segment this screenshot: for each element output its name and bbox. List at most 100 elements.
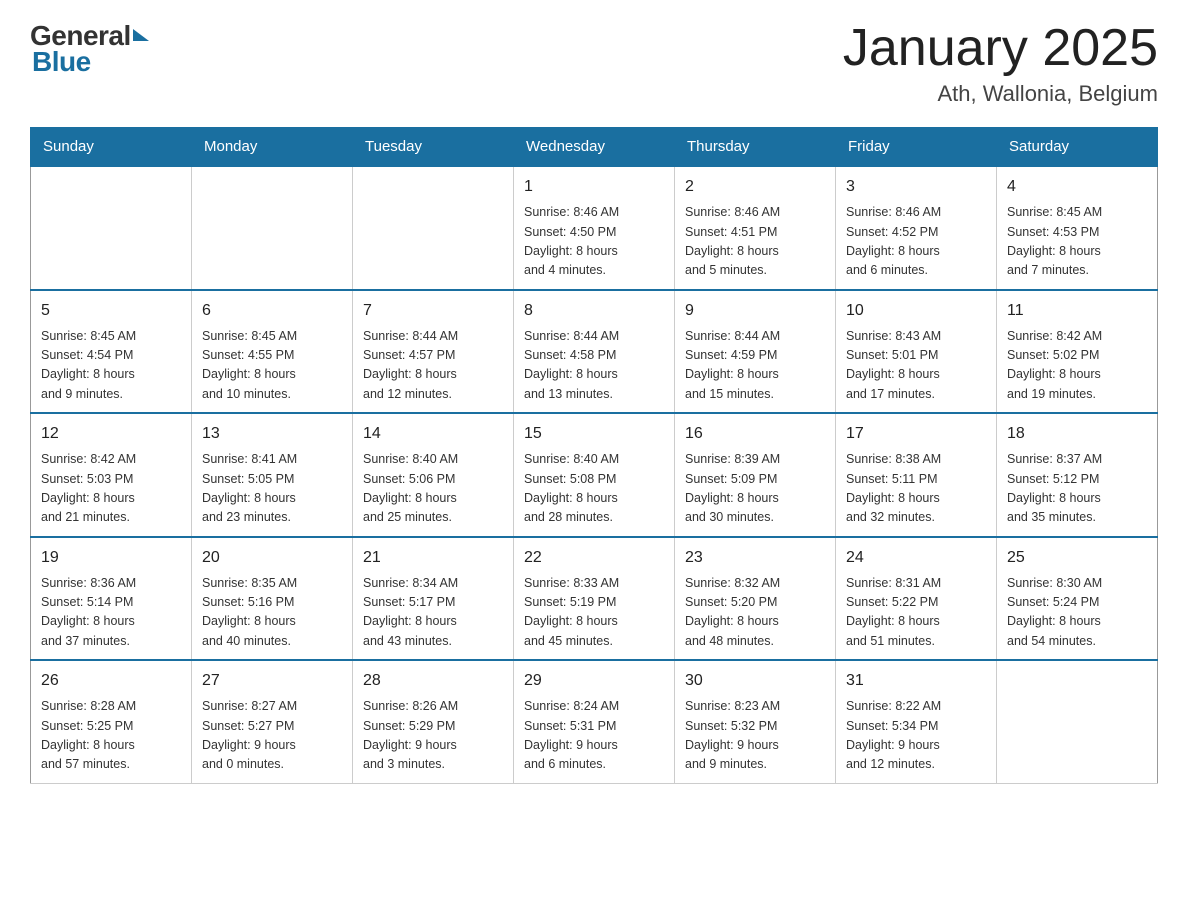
day-number: 19	[41, 546, 181, 570]
day-info: Sunrise: 8:46 AM Sunset: 4:51 PM Dayligh…	[685, 203, 825, 281]
day-number: 25	[1007, 546, 1147, 570]
day-cell: 24Sunrise: 8:31 AM Sunset: 5:22 PM Dayli…	[836, 537, 997, 661]
day-cell: 13Sunrise: 8:41 AM Sunset: 5:05 PM Dayli…	[192, 413, 353, 537]
day-number: 27	[202, 669, 342, 693]
day-number: 4	[1007, 175, 1147, 199]
day-info: Sunrise: 8:44 AM Sunset: 4:57 PM Dayligh…	[363, 327, 503, 405]
day-cell: 1 Sunrise: 8:46 AM Sunset: 4:50 PM Daylig…	[514, 166, 675, 290]
day-info: Sunrise: 8:46 AM Sunset: 4:52 PM Dayligh…	[846, 203, 986, 281]
day-cell: 20 Sunrise: 8:35 AM Sunset: 5:16 PM Dayli…	[192, 537, 353, 661]
day-info: Sunrise: 8:38 AM Sunset: 5:11 PM Dayligh…	[846, 450, 986, 528]
day-number: 12	[41, 422, 181, 446]
day-info: Sunrise: 8:32 AM Sunset: 5:20 PM Dayligh…	[685, 574, 825, 652]
logo-blue-text: Blue	[30, 46, 149, 78]
day-cell: 23 Sunrise: 8:32 AM Sunset: 5:20 PM Dayli…	[675, 537, 836, 661]
day-cell: 7 Sunrise: 8:44 AM Sunset: 4:57 PM Daylig…	[353, 290, 514, 414]
day-number: 18	[1007, 422, 1147, 446]
day-number: 15	[524, 422, 664, 446]
day-info: Sunrise: 8:34 AM Sunset: 5:17 PM Dayligh…	[363, 574, 503, 652]
day-number: 21	[363, 546, 503, 570]
day-cell: 10 Sunrise: 8:43 AM Sunset: 5:01 PM Dayli…	[836, 290, 997, 414]
day-cell: 17 Sunrise: 8:38 AM Sunset: 5:11 PM Dayli…	[836, 413, 997, 537]
day-number: 24	[846, 546, 986, 570]
header-day-monday: Monday	[192, 128, 353, 167]
day-number: 8	[524, 299, 664, 323]
day-info: Sunrise: 8:30 AM Sunset: 5:24 PM Dayligh…	[1007, 574, 1147, 652]
week-row-3: 12 Sunrise: 8:42 AM Sunset: 5:03 PM Dayli…	[31, 413, 1158, 537]
day-info: Sunrise: 8:37 AM Sunset: 5:12 PM Dayligh…	[1007, 450, 1147, 528]
day-number: 10	[846, 299, 986, 323]
day-cell: 5Sunrise: 8:45 AM Sunset: 4:54 PM Daylig…	[31, 290, 192, 414]
week-row-4: 19 Sunrise: 8:36 AM Sunset: 5:14 PM Dayli…	[31, 537, 1158, 661]
week-row-2: 5Sunrise: 8:45 AM Sunset: 4:54 PM Daylig…	[31, 290, 1158, 414]
day-cell: 29 Sunrise: 8:24 AM Sunset: 5:31 PM Dayli…	[514, 660, 675, 783]
day-cell: 4 Sunrise: 8:45 AM Sunset: 4:53 PM Daylig…	[997, 166, 1158, 290]
day-number: 20	[202, 546, 342, 570]
day-info: Sunrise: 8:35 AM Sunset: 5:16 PM Dayligh…	[202, 574, 342, 652]
day-number: 1	[524, 175, 664, 199]
day-cell: 9 Sunrise: 8:44 AM Sunset: 4:59 PM Daylig…	[675, 290, 836, 414]
day-info: Sunrise: 8:46 AM Sunset: 4:50 PM Dayligh…	[524, 203, 664, 281]
day-cell	[353, 166, 514, 290]
day-info: Sunrise: 8:43 AM Sunset: 5:01 PM Dayligh…	[846, 327, 986, 405]
day-cell: 25 Sunrise: 8:30 AM Sunset: 5:24 PM Dayli…	[997, 537, 1158, 661]
day-number: 17	[846, 422, 986, 446]
day-number: 14	[363, 422, 503, 446]
day-info: Sunrise: 8:44 AM Sunset: 4:59 PM Dayligh…	[685, 327, 825, 405]
day-number: 26	[41, 669, 181, 693]
day-number: 23	[685, 546, 825, 570]
week-row-5: 26 Sunrise: 8:28 AM Sunset: 5:25 PM Dayli…	[31, 660, 1158, 783]
day-cell: 12 Sunrise: 8:42 AM Sunset: 5:03 PM Dayli…	[31, 413, 192, 537]
day-info: Sunrise: 8:36 AM Sunset: 5:14 PM Dayligh…	[41, 574, 181, 652]
day-cell: 19 Sunrise: 8:36 AM Sunset: 5:14 PM Dayli…	[31, 537, 192, 661]
day-number: 11	[1007, 299, 1147, 323]
day-cell	[31, 166, 192, 290]
title-area: January 2025 Ath, Wallonia, Belgium	[843, 20, 1158, 107]
day-number: 7	[363, 299, 503, 323]
day-cell: 26 Sunrise: 8:28 AM Sunset: 5:25 PM Dayli…	[31, 660, 192, 783]
calendar-title: January 2025	[843, 20, 1158, 77]
day-info: Sunrise: 8:24 AM Sunset: 5:31 PM Dayligh…	[524, 697, 664, 775]
week-row-1: 1 Sunrise: 8:46 AM Sunset: 4:50 PM Daylig…	[31, 166, 1158, 290]
header-day-saturday: Saturday	[997, 128, 1158, 167]
day-number: 29	[524, 669, 664, 693]
calendar-table: SundayMondayTuesdayWednesdayThursdayFrid…	[30, 127, 1158, 784]
day-cell: 28 Sunrise: 8:26 AM Sunset: 5:29 PM Dayli…	[353, 660, 514, 783]
header-day-tuesday: Tuesday	[353, 128, 514, 167]
calendar-subtitle: Ath, Wallonia, Belgium	[843, 81, 1158, 107]
day-cell: 8Sunrise: 8:44 AM Sunset: 4:58 PM Daylig…	[514, 290, 675, 414]
day-number: 22	[524, 546, 664, 570]
day-info: Sunrise: 8:41 AM Sunset: 5:05 PM Dayligh…	[202, 450, 342, 528]
day-info: Sunrise: 8:39 AM Sunset: 5:09 PM Dayligh…	[685, 450, 825, 528]
day-number: 28	[363, 669, 503, 693]
day-info: Sunrise: 8:33 AM Sunset: 5:19 PM Dayligh…	[524, 574, 664, 652]
day-number: 9	[685, 299, 825, 323]
day-info: Sunrise: 8:28 AM Sunset: 5:25 PM Dayligh…	[41, 697, 181, 775]
day-number: 2	[685, 175, 825, 199]
day-info: Sunrise: 8:45 AM Sunset: 4:53 PM Dayligh…	[1007, 203, 1147, 281]
day-info: Sunrise: 8:27 AM Sunset: 5:27 PM Dayligh…	[202, 697, 342, 775]
day-number: 31	[846, 669, 986, 693]
header-day-sunday: Sunday	[31, 128, 192, 167]
day-info: Sunrise: 8:23 AM Sunset: 5:32 PM Dayligh…	[685, 697, 825, 775]
day-cell: 21 Sunrise: 8:34 AM Sunset: 5:17 PM Dayli…	[353, 537, 514, 661]
day-info: Sunrise: 8:40 AM Sunset: 5:08 PM Dayligh…	[524, 450, 664, 528]
day-info: Sunrise: 8:26 AM Sunset: 5:29 PM Dayligh…	[363, 697, 503, 775]
day-number: 6	[202, 299, 342, 323]
day-info: Sunrise: 8:42 AM Sunset: 5:03 PM Dayligh…	[41, 450, 181, 528]
day-cell: 22 Sunrise: 8:33 AM Sunset: 5:19 PM Dayli…	[514, 537, 675, 661]
day-info: Sunrise: 8:45 AM Sunset: 4:54 PM Dayligh…	[41, 327, 181, 405]
page-header: General Blue January 2025 Ath, Wallonia,…	[30, 20, 1158, 107]
day-number: 30	[685, 669, 825, 693]
day-cell	[192, 166, 353, 290]
day-cell: 3 Sunrise: 8:46 AM Sunset: 4:52 PM Daylig…	[836, 166, 997, 290]
logo: General Blue	[30, 20, 149, 78]
day-cell: 2 Sunrise: 8:46 AM Sunset: 4:51 PM Daylig…	[675, 166, 836, 290]
day-cell: 30 Sunrise: 8:23 AM Sunset: 5:32 PM Dayli…	[675, 660, 836, 783]
header-row: SundayMondayTuesdayWednesdayThursdayFrid…	[31, 128, 1158, 167]
day-info: Sunrise: 8:42 AM Sunset: 5:02 PM Dayligh…	[1007, 327, 1147, 405]
day-number: 3	[846, 175, 986, 199]
day-number: 16	[685, 422, 825, 446]
header-day-thursday: Thursday	[675, 128, 836, 167]
day-cell: 27 Sunrise: 8:27 AM Sunset: 5:27 PM Dayli…	[192, 660, 353, 783]
